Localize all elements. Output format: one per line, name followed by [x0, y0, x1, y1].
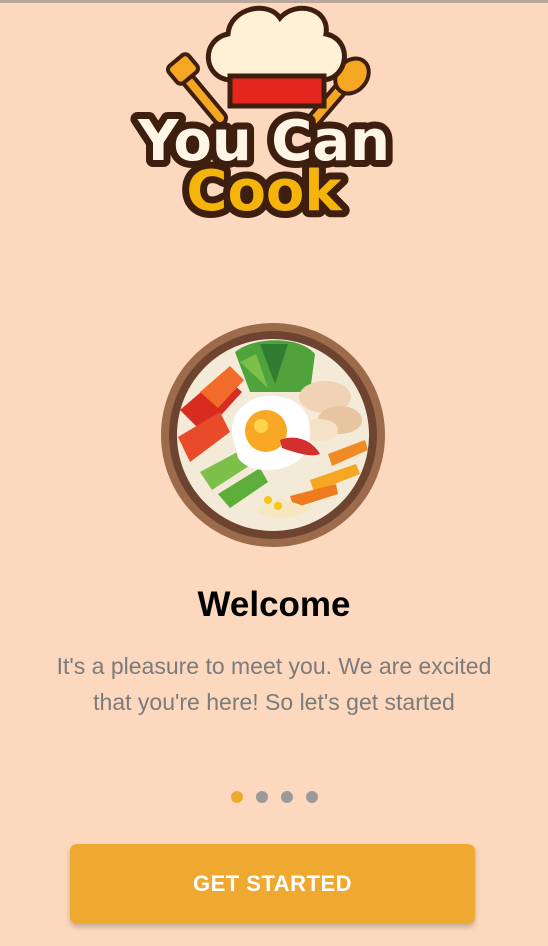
page-dot-1-active[interactable] — [230, 791, 243, 803]
app-logo: You Can You Can Cook Cook — [118, 0, 408, 225]
page-dot-2[interactable] — [255, 791, 268, 803]
welcome-subtitle: It's a pleasure to meet you. We are exci… — [24, 648, 524, 720]
logo-text-line2: Cook — [186, 159, 343, 224]
page-dot-4[interactable] — [305, 791, 318, 803]
get-started-button[interactable]: GET STARTED — [70, 844, 475, 924]
welcome-subtitle-line1: It's a pleasure to meet you. We are exci… — [56, 653, 492, 679]
page-indicator — [0, 791, 548, 803]
page-dot-3[interactable] — [280, 791, 293, 803]
welcome-subtitle-line2: that you're here! So let's get started — [93, 689, 455, 715]
bibimbap-bowl-illustration — [160, 322, 386, 548]
welcome-title: Welcome — [197, 585, 351, 624]
chef-hat-icon — [205, 5, 347, 109]
